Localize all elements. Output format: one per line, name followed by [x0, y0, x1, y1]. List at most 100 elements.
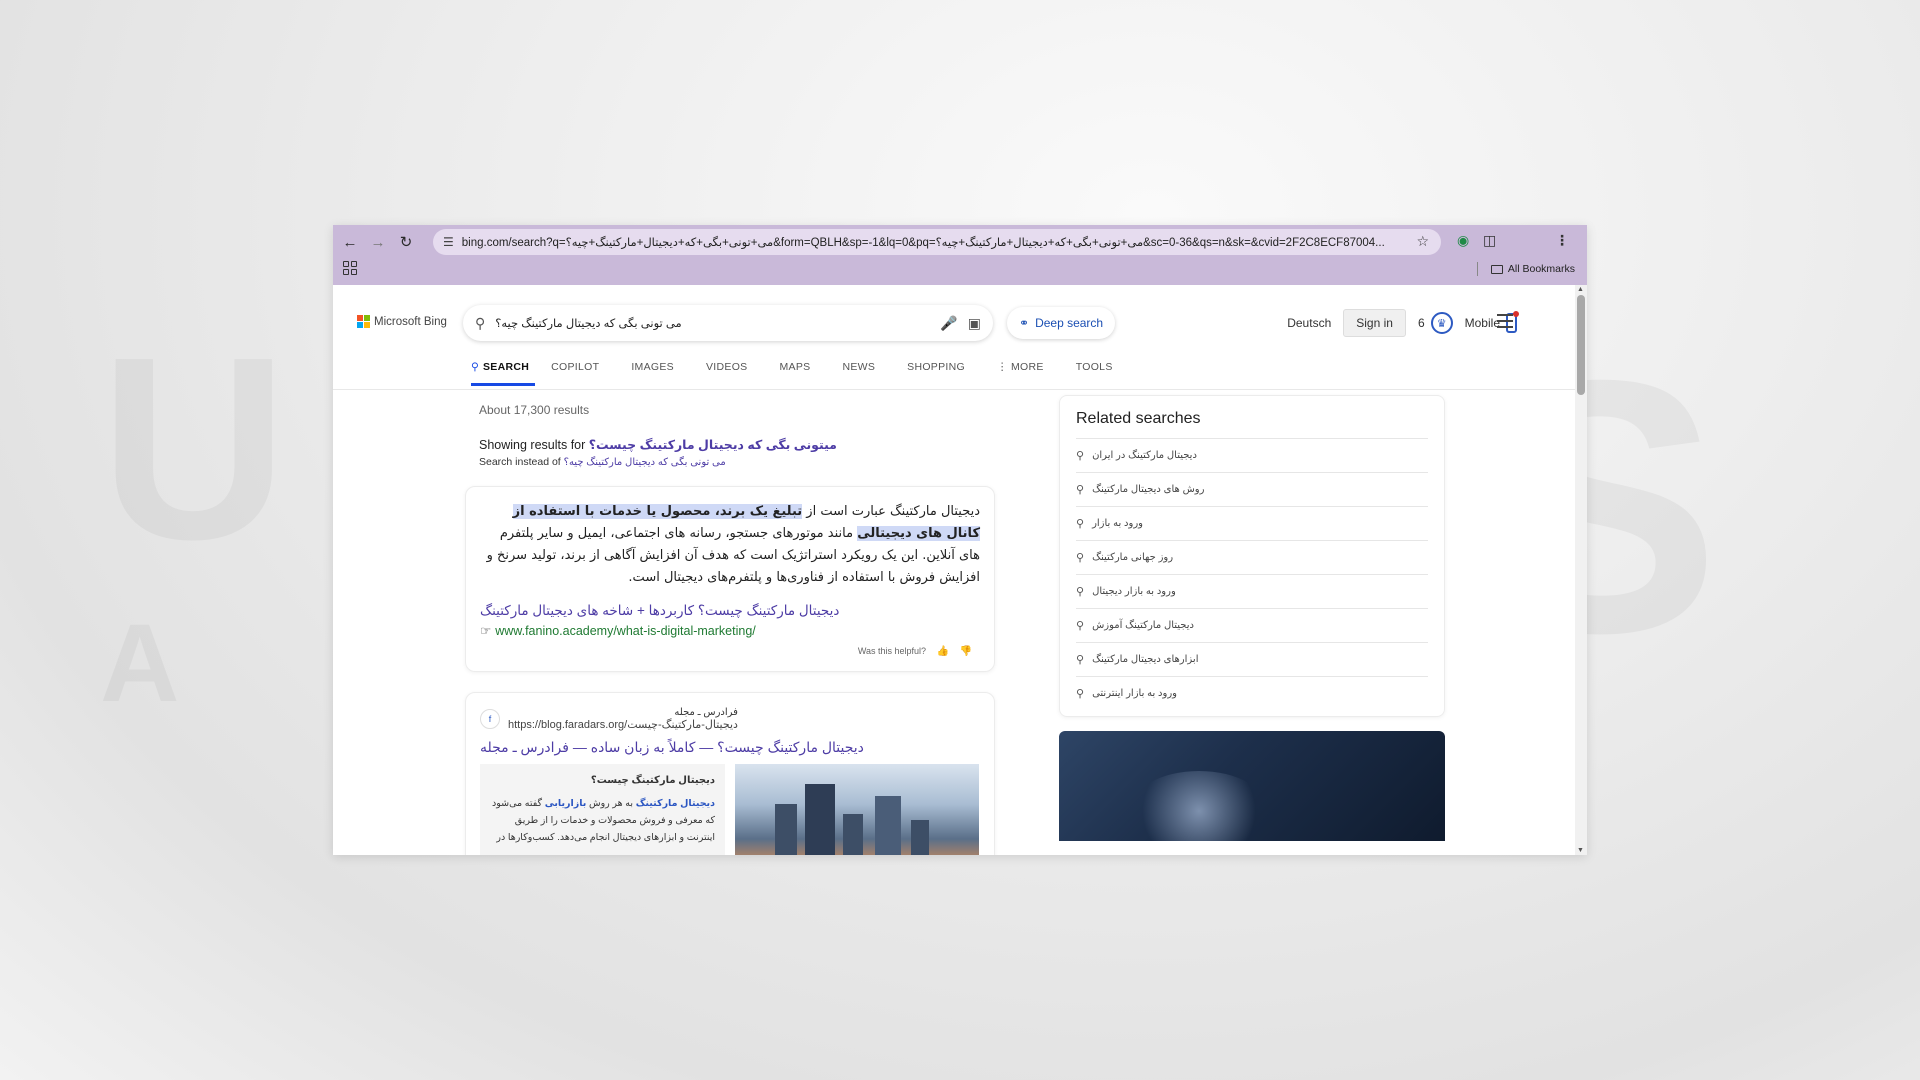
related-item[interactable]: ⚲ دیجیتال مارکتینگ آموزش	[1076, 608, 1428, 642]
bing-logo[interactable]: Microsoft Bing	[357, 315, 447, 328]
related-item-label: روز جهانی مارکتینگ	[1092, 552, 1174, 563]
snippet-title: دیجیتال مارکتینگ چیست؟	[590, 775, 715, 786]
related-item[interactable]: ⚲ ابزارهای دیجیتال مارکتینگ	[1076, 642, 1428, 676]
bing-page: Microsoft Bing ⚲ می تونی بگی که دیجیتال …	[333, 285, 1587, 855]
original-query-link[interactable]: می تونی بگی که دیجیتال مارکتینگ چیه؟	[564, 457, 726, 468]
search-icon: ⚲	[1076, 620, 1085, 632]
related-item-label: روش های دیجیتال مارکتینگ	[1092, 484, 1205, 495]
logo-text: Microsoft Bing	[374, 315, 447, 328]
related-item[interactable]: ⚲ روش های دیجیتال مارکتینگ	[1076, 472, 1428, 506]
tab-more[interactable]: ⋮ MORE	[997, 361, 1060, 386]
grammarly-extension-icon[interactable]: ◉	[1457, 232, 1469, 249]
related-item[interactable]: ⚲ ورود به بازار دیجیتال	[1076, 574, 1428, 608]
thumbs-down-icon[interactable]: 👎	[960, 646, 972, 657]
bookmarks-bar: All Bookmarks	[333, 259, 1587, 283]
tab-shopping[interactable]: SHOPPING	[907, 361, 981, 386]
thumbs-up-icon[interactable]: 👍	[937, 646, 949, 657]
scroll-thumb[interactable]	[1577, 295, 1585, 395]
deep-search-label: Deep search	[1035, 316, 1104, 330]
site-info-icon[interactable]: ☰	[443, 235, 454, 249]
language-link[interactable]: Deutsch	[1287, 316, 1331, 330]
answer-text: دیجیتال مارکتینگ عبارت است از تبلیغ یک ب…	[480, 501, 980, 589]
visual-search-icon[interactable]: ▣	[968, 315, 981, 332]
url-text: bing.com/search?q=می+تونی+بگی+که+دیجیتال…	[461, 237, 1385, 249]
related-item[interactable]: ⚲ ورود به بازار اینترنتی	[1076, 676, 1428, 710]
answer-url-text: www.fanino.academy/what-is-digital-marke…	[495, 623, 756, 638]
back-arrow-icon[interactable]: ←	[339, 231, 361, 253]
deep-search-icon: ⚭	[1019, 316, 1030, 330]
result-body: دیجیتال مارکتینگ چیست؟ دیجیتال مارکتینگ …	[480, 764, 980, 855]
more-dots-icon: ⋮	[996, 361, 1012, 373]
forward-arrow-icon[interactable]: →	[367, 231, 389, 253]
search-icon: ⚲	[1076, 518, 1085, 530]
header-right: Deutsch Sign in 6 ♛ Mobile	[1287, 305, 1519, 341]
showing-results: Showing results for میتونی بگی که دیجیتا…	[479, 437, 1007, 452]
tab-label: MORE	[1011, 361, 1044, 373]
tab-maps[interactable]: MAPS	[779, 361, 826, 386]
related-item-label: دیجیتال مارکتینگ در ایران	[1092, 450, 1197, 461]
answer-card: دیجیتال مارکتینگ عبارت است از تبلیغ یک ب…	[465, 486, 995, 672]
snippet-keyword: بازاریابی	[544, 798, 587, 809]
browser-menu-icon[interactable]: ⋮	[1555, 232, 1569, 249]
apps-grid-icon[interactable]	[343, 261, 357, 275]
browser-window: ← → ↻ ☰ bing.com/search?q=می+تونی+بگی+که…	[333, 225, 1587, 855]
extensions-puzzle-icon[interactable]: ◫	[1483, 232, 1496, 249]
related-item-label: ابزارهای دیجیتال مارکتینگ	[1092, 654, 1199, 665]
instead-prefix: Search instead of	[479, 456, 561, 468]
showing-prefix: Showing results for	[479, 438, 586, 452]
rewards-button[interactable]: 6 ♛	[1418, 312, 1453, 334]
search-instead: Search instead of می تونی بگی که دیجیتال…	[479, 456, 1007, 468]
search-input[interactable]: می تونی بگی که دیجیتال مارکتینگ چیه؟	[485, 316, 930, 330]
sidebar-image[interactable]	[1059, 731, 1445, 841]
results-column: About 17,300 results Showing results for…	[465, 403, 1007, 855]
scroll-down-arrow-icon[interactable]: ▼	[1577, 847, 1584, 854]
bookmark-star-icon[interactable]: ☆	[1416, 233, 1429, 250]
tab-copilot[interactable]: COPILOT	[551, 361, 615, 386]
all-bookmarks-button[interactable]: All Bookmarks	[1476, 262, 1575, 276]
sign-in-button[interactable]: Sign in	[1343, 309, 1406, 337]
related-item[interactable]: ⚲ روز جهانی مارکتینگ	[1076, 540, 1428, 574]
result-source[interactable]: f فرادرس ـ مجله https://blog.faradars.or…	[480, 707, 980, 731]
site-favicon-icon: f	[480, 709, 500, 729]
scroll-up-arrow-icon[interactable]: ▲	[1577, 286, 1584, 293]
related-item-label: دیجیتال مارکتینگ آموزش	[1092, 620, 1194, 631]
tab-news[interactable]: NEWS	[842, 361, 891, 386]
deep-search-button[interactable]: ⚭ Deep search	[1007, 307, 1116, 339]
corrected-query-link[interactable]: میتونی بگی که دیجیتال مارکتینگ چیست؟	[589, 438, 837, 452]
related-item[interactable]: ⚲ ورود به بازار	[1076, 506, 1428, 540]
related-item-label: ورود به بازار اینترنتی	[1092, 688, 1177, 699]
page-scrollbar[interactable]: ▲ ▼	[1575, 285, 1587, 855]
results-count: About 17,300 results	[479, 403, 590, 417]
answer-source-url[interactable]: ☞ www.fanino.academy/what-is-digital-mar…	[480, 623, 980, 639]
search-icon: ⚲	[1076, 450, 1085, 462]
tab-videos[interactable]: VIDEOS	[706, 361, 763, 386]
reload-icon[interactable]: ↻	[395, 231, 417, 253]
result-thumbnail-image[interactable]	[735, 764, 979, 855]
result-title-link[interactable]: دیجیتال مارکتینگ چیست؟ — کاملاً به زبان …	[480, 739, 980, 756]
microphone-icon[interactable]: 🎤	[940, 315, 957, 332]
related-item-label: ورود به بازار	[1092, 518, 1143, 529]
related-item[interactable]: ⚲ دیجیتال مارکتینگ در ایران	[1076, 438, 1428, 472]
tabs-divider	[333, 389, 1575, 390]
snippet-text: به هر روش	[586, 798, 636, 809]
tab-search[interactable]: ⚲ SEARCH	[471, 361, 536, 386]
answer-source-title[interactable]: دیجیتال مارکتینگ چیست؟ کاربردها + شاخه ه…	[480, 603, 980, 619]
hamburger-menu-icon[interactable]	[1497, 314, 1513, 332]
related-searches: Related searches ⚲ دیجیتال مارکتینگ در ای…	[1059, 395, 1445, 717]
rewards-count: 6	[1417, 316, 1425, 330]
pointer-cursor-icon: ☞	[480, 624, 492, 638]
source-name: فرادرس ـ مجله	[674, 707, 738, 718]
browser-chrome: ← → ↻ ☰ bing.com/search?q=می+تونی+بگی+که…	[333, 225, 1587, 285]
bing-header: Microsoft Bing ⚲ می تونی بگی که دیجیتال …	[333, 285, 1575, 349]
address-bar[interactable]: ☰ bing.com/search?q=می+تونی+بگی+که+دیجیت…	[433, 229, 1441, 255]
result-snippet: دیجیتال مارکتینگ چیست؟ دیجیتال مارکتینگ …	[480, 764, 725, 855]
search-icon[interactable]: ⚲	[475, 315, 485, 332]
tab-tools[interactable]: TOOLS	[1076, 361, 1129, 386]
notification-dot	[1513, 311, 1519, 317]
search-icon: ⚲	[471, 361, 479, 373]
sidebar: Related searches ⚲ دیجیتال مارکتینگ در ای…	[1059, 395, 1445, 841]
search-box[interactable]: ⚲ می تونی بگی که دیجیتال مارکتینگ چیه؟ 🎤…	[463, 305, 993, 341]
tab-label: SEARCH	[483, 361, 530, 373]
tab-images[interactable]: IMAGES	[631, 361, 690, 386]
helpful-feedback: Was this helpful? 👍 👎	[480, 646, 980, 657]
